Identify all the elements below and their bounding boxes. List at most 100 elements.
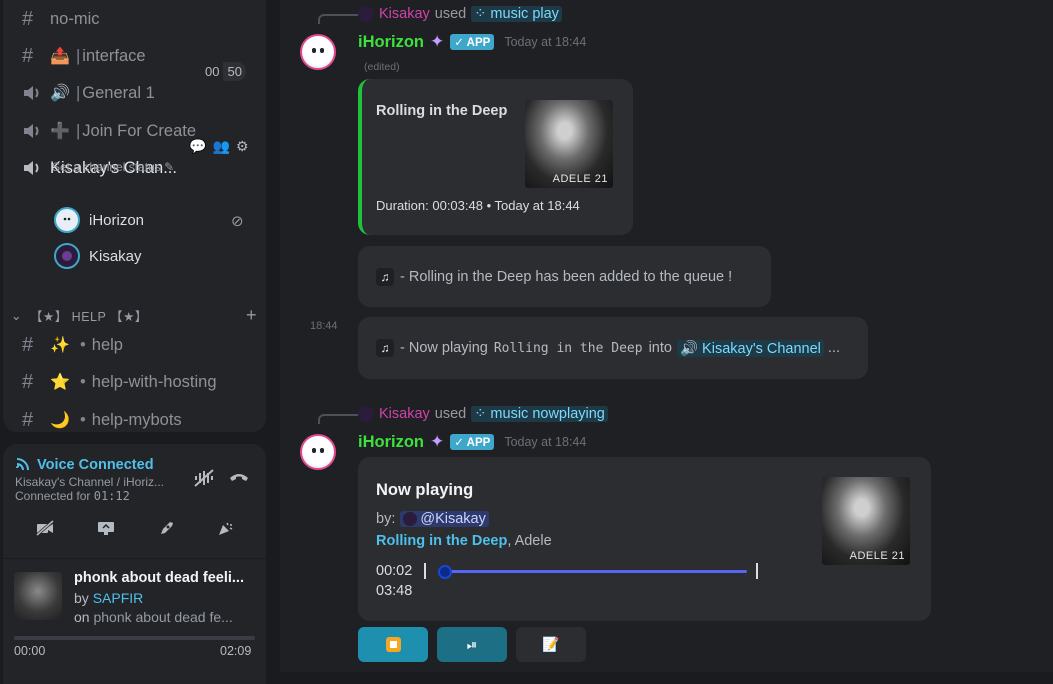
sidebar: # no-mic # 📤 | interface 🔊 | General 1 0… — [0, 0, 280, 684]
app-badge: ✓ APP — [450, 34, 495, 50]
memo-icon: 📝 — [542, 636, 560, 652]
gear-icon[interactable]: ⚙ — [236, 138, 249, 155]
screen-share-icon[interactable] — [96, 520, 116, 543]
voice-member-ihorizon[interactable]: iHorizon — [54, 206, 144, 234]
track-cover-image[interactable] — [14, 572, 62, 620]
message-timestamp[interactable]: Today at 18:44 — [504, 35, 586, 49]
by-prefix: by: — [376, 511, 396, 527]
separator-dot: • — [80, 372, 86, 391]
track-progress-bar[interactable] — [14, 636, 255, 640]
voice-channel-icon — [22, 122, 50, 140]
song-link[interactable]: Rolling in the Deep — [376, 533, 507, 549]
lyrics-button[interactable]: 📝 — [516, 627, 586, 662]
track-title[interactable]: phonk about dead feeli... — [74, 570, 244, 586]
invoker-name[interactable]: Kisakay — [379, 406, 430, 422]
signal-icon — [15, 456, 31, 474]
track-album[interactable]: phonk about dead fe... — [93, 609, 232, 625]
voice-connection-panel: Voice Connected Kisakay's Channel / iHor… — [3, 444, 266, 684]
queue-message: ♫ - Rolling in the Deep has been added t… — [358, 246, 771, 307]
connected-prefix: Connected for — [15, 489, 91, 503]
cover-label: ADELE 21 — [552, 173, 608, 185]
voice-channel-path[interactable]: Kisakay's Channel / iHoriz... — [15, 475, 164, 489]
queue-text: - Rolling in the Deep has been added to … — [400, 269, 733, 285]
album-cover-image[interactable]: ADELE 21 — [525, 100, 613, 188]
channel-label: Join For Create — [82, 121, 197, 140]
avatar — [403, 512, 418, 526]
set-channel-status[interactable]: Set a channel status ✎ — [52, 160, 174, 174]
app-badge: ✓ APP — [450, 434, 495, 450]
divider — [3, 558, 266, 559]
app-badge-label: APP — [466, 437, 491, 449]
channel-label: interface — [82, 46, 146, 65]
separator-dot: • — [80, 410, 86, 429]
progress-start-tick — [424, 563, 426, 579]
category-help[interactable]: ⌄ 【★】 HELP 【★】 + — [11, 305, 257, 326]
user-count: 00 — [201, 62, 224, 81]
separator-dot: • — [80, 335, 86, 354]
stop-button[interactable] — [358, 627, 428, 662]
channel-join-for-create[interactable]: ➕ | Join For Create — [22, 116, 196, 146]
album-cover-image[interactable]: ADELE 21 — [822, 477, 910, 565]
channel-help-with-hosting[interactable]: # ⭐ • help-with-hosting — [22, 367, 217, 397]
connected-time: 01:12 — [93, 489, 130, 503]
current-time: 00:02 — [376, 563, 413, 579]
channel-mention[interactable]: 🔊 Kisakay's Channel — [676, 339, 824, 357]
embed-title: Rolling in the Deep — [376, 103, 508, 119]
chat-bubble-icon[interactable]: 💬 — [189, 138, 206, 155]
stream-off-icon: ⊘ — [231, 213, 244, 230]
song-artist: , Adele — [507, 533, 552, 549]
used-label: used — [434, 406, 467, 422]
channel-emoji: 🔊 — [50, 85, 70, 102]
music-note-icon: ♫ — [376, 268, 394, 286]
channel-help-mybots[interactable]: # 🌙 • help-mybots — [22, 405, 182, 435]
slash-command[interactable]: ⁘ music play — [471, 6, 562, 22]
track-artist[interactable]: SAPFIR — [93, 590, 144, 606]
channel-separator: | — [76, 83, 81, 102]
channel-mention-label: Kisakay's Channel — [702, 340, 821, 357]
noise-suppression-icon[interactable] — [193, 468, 215, 493]
channel-help[interactable]: # ✨ • help — [22, 330, 123, 360]
channel-label: no-mic — [50, 9, 100, 28]
bot-avatar[interactable] — [300, 434, 336, 470]
reply-spine — [318, 414, 358, 424]
used-label: used — [434, 6, 467, 22]
pencil-icon: ✎ — [164, 160, 175, 174]
embed-footer: Duration: 00:03:48 • Today at 18:44 — [376, 198, 580, 213]
user-limit: 50 — [223, 62, 246, 81]
channel-status-label: Set a channel status — [52, 160, 161, 174]
requested-by: by: @Kisakay — [376, 511, 489, 527]
message-header: iHorizon ✦ ✓ APP Today at 18:44 — [358, 432, 586, 452]
disconnect-icon[interactable] — [228, 468, 250, 489]
add-channel-icon[interactable]: + — [246, 305, 257, 326]
user-mention[interactable]: @Kisakay — [400, 511, 489, 527]
now-playing-message: ♫ - Now playing Rolling in the Deep into… — [358, 317, 868, 379]
channel-no-mic[interactable]: # no-mic — [22, 4, 100, 34]
ellipsis: ... — [827, 340, 840, 356]
invoker-name[interactable]: Kisakay — [379, 6, 430, 22]
bot-name[interactable]: iHorizon — [358, 33, 424, 52]
invite-members-icon[interactable]: 👥 — [212, 138, 229, 155]
channel-label: General 1 — [82, 83, 155, 102]
bot-avatar[interactable] — [300, 34, 336, 70]
channel-general-1[interactable]: 🔊 | General 1 — [22, 78, 155, 108]
bot-name[interactable]: iHorizon — [358, 433, 424, 452]
cover-label: ADELE 21 — [849, 550, 905, 562]
channel-emoji: ⭐ — [50, 374, 70, 391]
video-off-icon[interactable] — [35, 519, 55, 543]
text-channel-icon: # — [22, 408, 34, 431]
total-time: 03:48 — [376, 583, 413, 599]
command-icon: ⁘ — [474, 6, 491, 22]
mention-label: @Kisakay — [420, 511, 486, 527]
activity-rocket-icon[interactable] — [157, 520, 175, 543]
play-pause-button[interactable]: ⏯ — [437, 627, 507, 662]
user-limit-badge: 00 50 — [201, 62, 246, 81]
channel-interface[interactable]: # 📤 | interface — [22, 41, 146, 71]
soundboard-icon[interactable] — [216, 520, 234, 543]
voice-member-kisakay[interactable]: Kisakay — [54, 242, 142, 270]
message-timestamp[interactable]: Today at 18:44 — [504, 435, 586, 449]
voice-connected-status[interactable]: Voice Connected — [15, 456, 154, 474]
slash-command[interactable]: ⁘ music nowplaying — [471, 406, 608, 422]
edited-label: (edited) — [364, 61, 400, 73]
app-badge-label: APP — [466, 37, 491, 49]
channel-label: help-with-hosting — [91, 372, 217, 391]
